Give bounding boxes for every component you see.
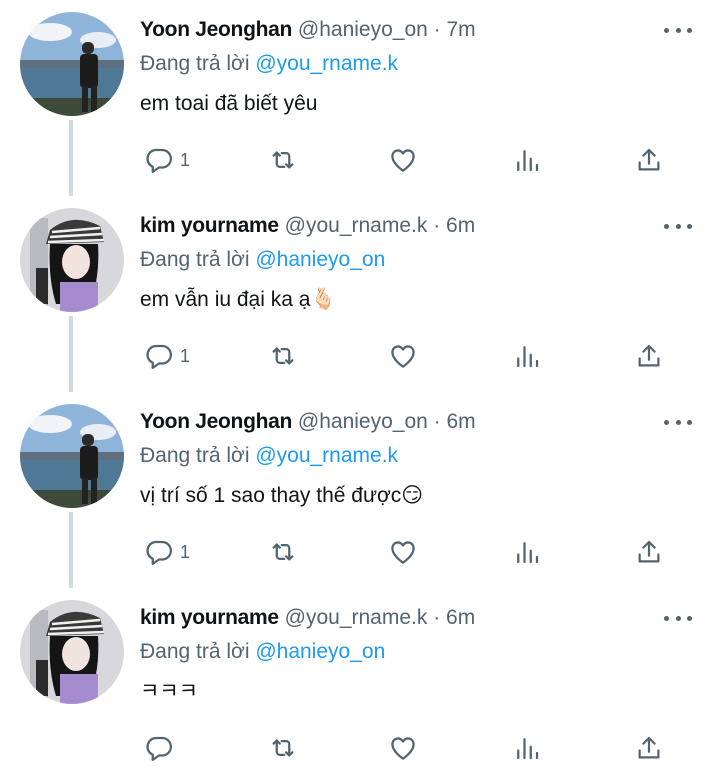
share-icon: [638, 540, 660, 563]
replying-to-handle[interactable]: @you_rname.k: [255, 52, 398, 75]
display-name[interactable]: Yoon Jeonghan: [140, 18, 292, 41]
heart-icon: [391, 737, 415, 760]
like-button[interactable]: [388, 532, 418, 572]
reply-button[interactable]: 1: [144, 336, 190, 376]
views-icon: [517, 738, 539, 760]
user-handle[interactable]: @you_rname.k: [285, 214, 428, 237]
tweet-text: em toai đã biết yêu: [140, 92, 318, 115]
tweet-text: ㅋㅋㅋ: [140, 680, 198, 703]
user-handle[interactable]: @hanieyo_on: [298, 410, 428, 433]
retweet-button[interactable]: [268, 728, 298, 768]
share-icon: [638, 148, 660, 171]
reply-count: 1: [180, 541, 191, 562]
replying-to: Đang trả lời @hanieyo_on: [140, 246, 385, 274]
views-icon: [517, 150, 539, 172]
retweet-icon: [272, 543, 294, 561]
avatar[interactable]: [20, 600, 124, 704]
share-button[interactable]: [634, 532, 664, 572]
retweet-button[interactable]: [268, 532, 298, 572]
reply-count: 1: [180, 345, 191, 366]
tweet-actions: [140, 728, 700, 768]
replying-to-label: Đang trả lời: [140, 52, 250, 75]
share-icon: [638, 344, 660, 367]
timestamp[interactable]: 6m: [446, 606, 475, 629]
tweet-actions: 1: [140, 532, 700, 572]
like-button[interactable]: [388, 140, 418, 180]
avatar[interactable]: [20, 208, 124, 312]
user-handle[interactable]: @you_rname.k: [285, 606, 428, 629]
timestamp[interactable]: 6m: [446, 214, 475, 237]
share-icon: [638, 736, 660, 759]
reply-icon: [146, 148, 172, 173]
separator: ·: [433, 18, 441, 41]
avatar[interactable]: [20, 404, 124, 508]
heart-icon: [391, 345, 415, 368]
share-button[interactable]: [634, 140, 664, 180]
reply-button[interactable]: 1: [144, 140, 190, 180]
views-button[interactable]: [512, 728, 542, 768]
replying-to: Đang trả lời @you_rname.k: [140, 50, 398, 78]
tweet-header: Yoon Jeonghan @hanieyo_on · 6m: [140, 408, 476, 436]
like-button[interactable]: [388, 728, 418, 768]
tweet[interactable]: kim yourname @you_rname.k · 6m Đang trả …: [0, 588, 720, 781]
replying-to-handle[interactable]: @you_rname.k: [255, 444, 398, 467]
more-icon[interactable]: [664, 604, 692, 632]
more-icon[interactable]: [664, 16, 692, 44]
heart-icon: [391, 149, 415, 172]
display-name[interactable]: kim yourname: [140, 214, 279, 237]
views-button[interactable]: [512, 532, 542, 572]
reply-button[interactable]: [144, 728, 180, 768]
reply-button[interactable]: 1: [144, 532, 190, 572]
replying-to: Đang trả lời @hanieyo_on: [140, 638, 385, 666]
reply-icon: [146, 344, 172, 369]
tweet[interactable]: Yoon Jeonghan @hanieyo_on · 6m Đang trả …: [0, 392, 720, 588]
replying-to-handle[interactable]: @hanieyo_on: [255, 640, 385, 663]
tweet-actions: 1: [140, 140, 700, 180]
separator: ·: [433, 606, 441, 629]
replying-to-label: Đang trả lời: [140, 640, 250, 663]
views-button[interactable]: [512, 140, 542, 180]
retweet-button[interactable]: [268, 140, 298, 180]
reply-count: 1: [180, 149, 191, 170]
timestamp[interactable]: 7m: [447, 18, 476, 41]
reply-thread: Yoon Jeonghan @hanieyo_on · 7m Đang trả …: [0, 0, 720, 781]
tweet-header: Yoon Jeonghan @hanieyo_on · 7m: [140, 16, 476, 44]
tweet-text: vị trí số 1 sao thay thế được😏: [140, 484, 424, 507]
timestamp[interactable]: 6m: [447, 410, 476, 433]
views-icon: [517, 542, 539, 564]
share-button[interactable]: [634, 728, 664, 768]
reply-icon: [146, 736, 172, 761]
retweet-icon: [272, 347, 294, 365]
replying-to-label: Đang trả lời: [140, 444, 250, 467]
tweet-header: kim yourname @you_rname.k · 6m: [140, 604, 475, 632]
tweet-header: kim yourname @you_rname.k · 6m: [140, 212, 475, 240]
display-name[interactable]: Yoon Jeonghan: [140, 410, 292, 433]
replying-to: Đang trả lời @you_rname.k: [140, 442, 398, 470]
display-name[interactable]: kim yourname: [140, 606, 279, 629]
share-button[interactable]: [634, 336, 664, 376]
retweet-button[interactable]: [268, 336, 298, 376]
avatar[interactable]: [20, 12, 124, 116]
separator: ·: [433, 410, 441, 433]
heart-icon: [391, 541, 415, 564]
user-handle[interactable]: @hanieyo_on: [298, 18, 428, 41]
more-icon[interactable]: [664, 408, 692, 436]
tweet[interactable]: Yoon Jeonghan @hanieyo_on · 7m Đang trả …: [0, 0, 720, 196]
tweet[interactable]: kim yourname @you_rname.k · 6m Đang trả …: [0, 196, 720, 392]
tweet-text: em vẫn iu đại ka ạ🫰🏻: [140, 288, 337, 311]
more-icon[interactable]: [664, 212, 692, 240]
tweet-actions: 1: [140, 336, 700, 376]
replying-to-handle[interactable]: @hanieyo_on: [255, 248, 385, 271]
like-button[interactable]: [388, 336, 418, 376]
replying-to-label: Đang trả lời: [140, 248, 250, 271]
retweet-icon: [272, 739, 294, 757]
retweet-icon: [272, 151, 294, 169]
views-icon: [517, 346, 539, 368]
reply-icon: [146, 540, 172, 565]
views-button[interactable]: [512, 336, 542, 376]
separator: ·: [433, 214, 441, 237]
